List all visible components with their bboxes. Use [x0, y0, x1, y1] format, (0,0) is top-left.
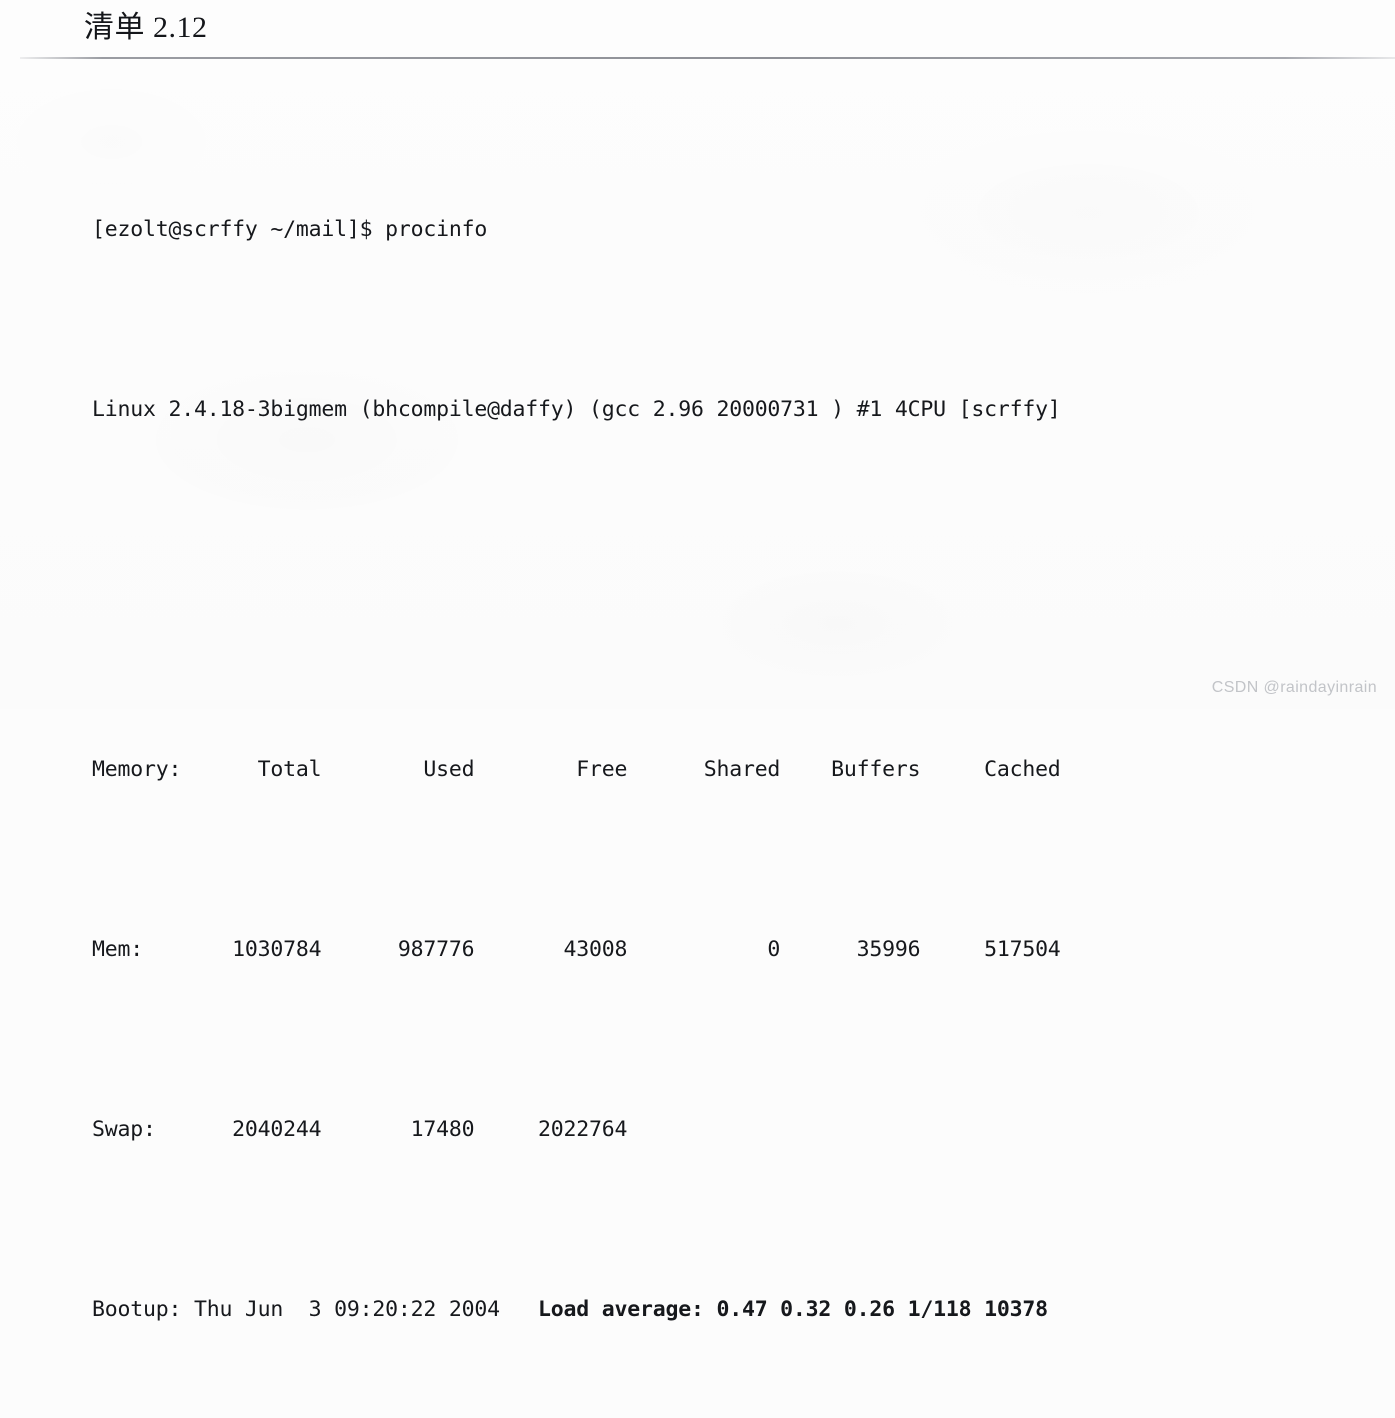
page-title: 清单 2.12: [84, 11, 208, 44]
memory-table-header: Memory: Total Used Free Shared Buffers C…: [92, 747, 1061, 792]
csdn-watermark: CSDN @raindayinrain: [1211, 679, 1377, 696]
load-average-text: Load average: 0.47 0.32 0.26 1/118 10378: [538, 1297, 1048, 1322]
table-row-swap: Swap: 2040244 17480 2022764: [92, 1107, 1061, 1152]
memory-row-swap-text: Swap: 2040244 17480 2022764: [92, 1117, 628, 1142]
table-row-mem: Mem: 1030784 987776 43008 0 35996 517504: [92, 927, 1061, 972]
bootup-text: Bootup: Thu Jun 3 09:20:22 2004: [92, 1297, 539, 1322]
terminal-listing: [ezolt@scrffy ~/mail]$ procinfo Linux 2.…: [92, 72, 1061, 1418]
kernel-version-text: Linux 2.4.18-3bigmem (bhcompile@daffy) (…: [92, 397, 1061, 422]
title-divider: [20, 57, 1395, 59]
prompt-line: [ezolt@scrffy ~/mail]$ procinfo: [92, 207, 1061, 252]
prompt-line-text: [ezolt@scrffy ~/mail]$ procinfo: [92, 217, 488, 242]
memory-row-mem-text: Mem: 1030784 987776 43008 0 35996 517504: [92, 937, 1061, 962]
memory-table-header-text: Memory: Total Used Free Shared Buffers C…: [92, 757, 1061, 782]
bootup-line: Bootup: Thu Jun 3 09:20:22 2004 Load ave…: [92, 1287, 1061, 1332]
kernel-version-line: Linux 2.4.18-3bigmem (bhcompile@daffy) (…: [92, 387, 1061, 432]
